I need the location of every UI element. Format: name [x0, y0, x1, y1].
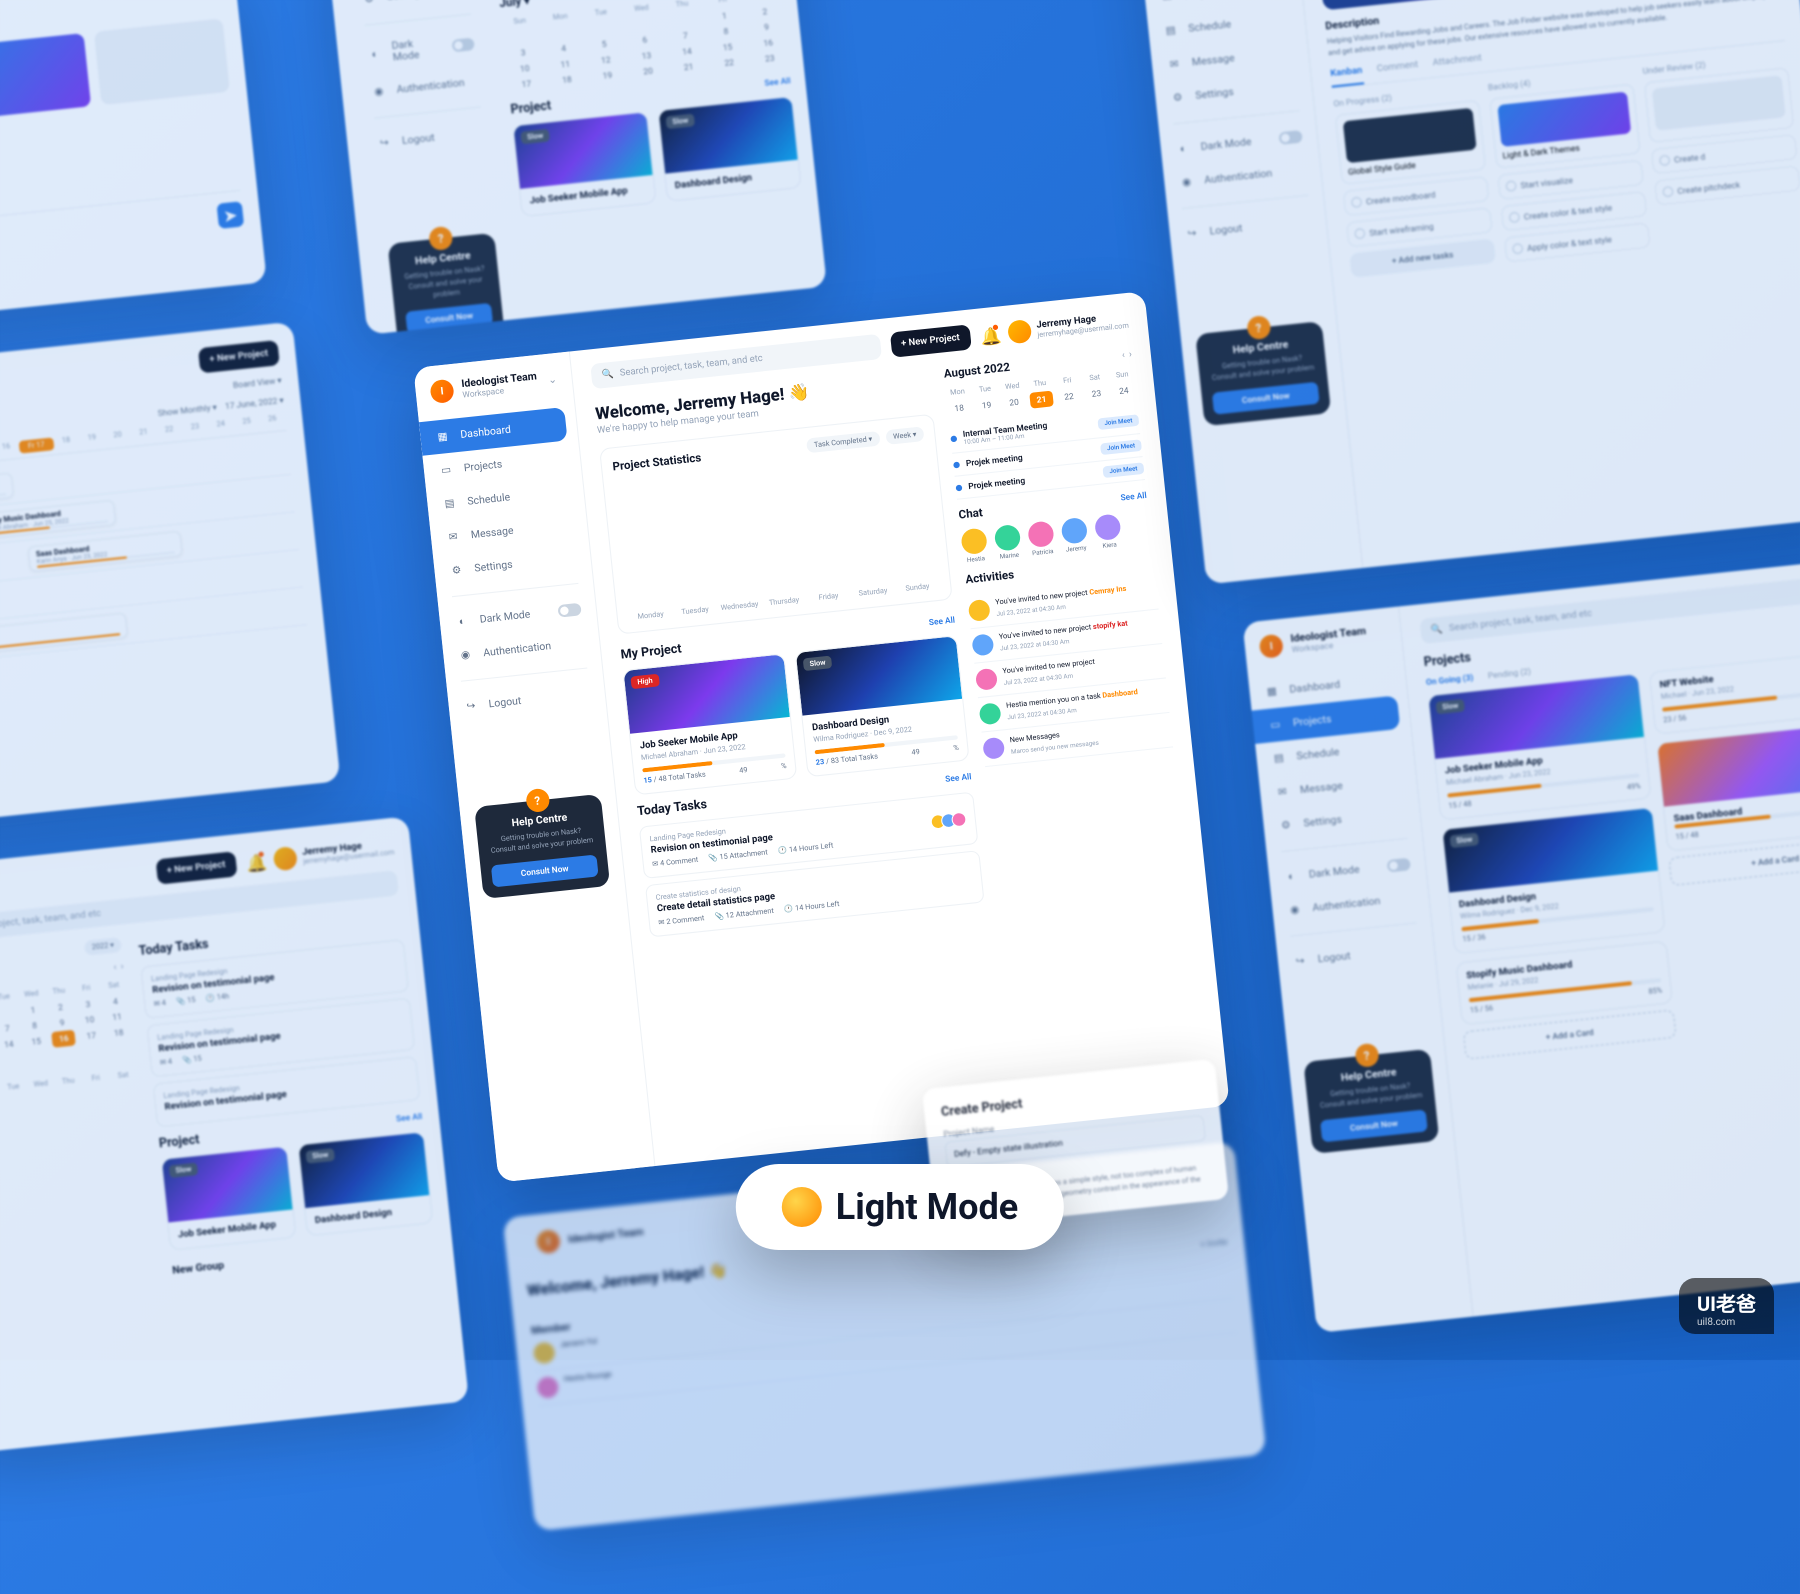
join-button[interactable]: Join Meet	[1097, 414, 1139, 430]
chat-person[interactable]: Hestia	[960, 527, 989, 564]
watermark: UI老爸 uil8.com	[1679, 1278, 1774, 1334]
show-dropdown[interactable]: Show Monthly ▾	[157, 402, 217, 418]
help-card: ? Help Centre Getting trouble on Nask? C…	[474, 794, 610, 899]
calendar-icon: ▤	[442, 495, 458, 511]
see-all-tasks[interactable]: See All	[945, 771, 972, 783]
project-title: Project	[158, 1132, 200, 1151]
my-project-title: My Project	[620, 641, 682, 662]
user-chip[interactable]: Jerremy Hagejerremyhage@usermail.com	[272, 836, 395, 872]
help-desc: Getting trouble on Nask? Consult and sol…	[401, 264, 490, 304]
search-icon: 🔍	[601, 369, 614, 381]
today-tasks-title: Today Tasks	[138, 936, 209, 958]
date-dropdown[interactable]: 17 June, 2022 ▾	[225, 395, 284, 411]
panel-timeline: + New Project Sort by Newest Project ▾ B…	[0, 322, 340, 832]
stats-card: Project Statistics Task Completed ▾ Week…	[599, 414, 953, 635]
new-project-button[interactable]: + New Project	[889, 324, 971, 357]
user-menu[interactable]: Jerremy Hagejerremyhage@usermail.com	[1007, 309, 1130, 345]
kanban-card[interactable]: Global Style Guide	[1335, 100, 1486, 185]
see-all[interactable]: See All	[764, 76, 791, 88]
notifications-button[interactable]: 🔔	[980, 326, 998, 344]
invite-button[interactable]: + Invite	[1200, 1237, 1228, 1249]
thumb-blank	[94, 19, 230, 106]
dark-toggle[interactable]	[451, 38, 475, 53]
bar-chart	[614, 449, 938, 607]
tab-attachment[interactable]: Attachment	[1432, 53, 1483, 77]
view-dropdown[interactable]: Board View ▾	[233, 376, 282, 390]
proj-tile-2[interactable]: SlowDashboard Design	[657, 96, 801, 202]
light-mode-badge: Light Mode	[736, 1164, 1064, 1250]
gear-icon: ⚙	[449, 562, 465, 578]
priority-badge: Slow	[803, 656, 833, 672]
prev-month[interactable]: ‹	[1121, 350, 1125, 361]
year-selector[interactable]: 2022 ▾	[84, 937, 122, 955]
project-card-2[interactable]: Slow Dashboard Design Wilma Rodriguez · …	[795, 635, 970, 777]
chat-title: Chat	[958, 506, 983, 522]
tab-pending[interactable]: Pending (2)	[1487, 667, 1531, 681]
chat-icon: ✉	[445, 529, 461, 545]
moon-icon: ◐	[454, 613, 470, 629]
chevron-down-icon: ⌄	[548, 374, 558, 386]
panel-projects: IIdeologist TeamWorkspace ▦Dashboard ▭Pr…	[1242, 557, 1800, 1333]
project-heading: Project	[510, 98, 552, 117]
badge-text: Light Mode	[836, 1186, 1018, 1228]
proj-mini[interactable]: SlowDashboard Design	[297, 1131, 433, 1236]
stats-title: Project Statistics	[612, 450, 702, 473]
tab-comment[interactable]: Comment	[1376, 60, 1419, 83]
new-project-btn[interactable]: + New Project	[198, 340, 280, 373]
help-icon: ?	[428, 226, 453, 251]
help-card: ? Help Centre Getting trouble on Nask? C…	[388, 233, 505, 335]
user-avatar	[1007, 319, 1032, 344]
stats-filter-2[interactable]: Week ▾	[885, 426, 924, 445]
nav-logout-mini[interactable]: ↪Logout	[361, 114, 500, 162]
tab-kanban[interactable]: Kanban	[1330, 66, 1364, 88]
july-label[interactable]: July ▾	[499, 0, 531, 10]
next-month[interactable]: ›	[1128, 349, 1132, 360]
send-button[interactable]: ➤	[216, 201, 244, 229]
nav-logout[interactable]: ↪Logout	[447, 675, 606, 725]
proj-mini[interactable]: SlowJob Seeker Mobile App	[161, 1146, 297, 1251]
shield-icon: ◉	[457, 647, 473, 663]
grid-icon: ▦	[435, 429, 451, 445]
thumb-themes	[0, 33, 92, 120]
new-project-btn-2[interactable]: + New Project	[155, 851, 237, 884]
stats-filter-1[interactable]: Task Completed ▾	[806, 431, 880, 453]
comment-input[interactable]: Write comment	[0, 212, 210, 262]
priority-badge: High	[630, 674, 659, 689]
tab-ongoing[interactable]: On Going (3)	[1426, 673, 1474, 687]
panel-settings-cal: ✉Message ⚙Settings ◐Dark Mode ◉Authentic…	[326, 0, 827, 335]
activities-title: Activities	[965, 568, 1015, 587]
help-cta[interactable]: Consult Now	[405, 303, 493, 334]
main-content: 🔍Search project, task, team, and etc + N…	[570, 291, 1230, 1166]
proj-tile-1[interactable]: SlowJob Seeker Mobile App	[512, 111, 656, 217]
panel-schedule: + New Project 🔔 Jerremy Hagejerremyhage@…	[0, 816, 469, 1453]
calendar-month: August 2022	[943, 360, 1011, 381]
see-all-projects[interactable]: See All	[928, 615, 955, 627]
help-badge-icon: ?	[525, 788, 550, 813]
panel-project-detail: IIdeologist TeamWorkspace ▦Dashboard ▭Pr…	[1134, 0, 1800, 584]
workspace-avatar: I	[429, 379, 454, 404]
panel-chat-snippet: Can you do… Thank you so much kaje! ❤️ 4…	[0, 0, 267, 328]
project-tile[interactable]: SlowJob Seeker Mobile AppMichael Abraham…	[1427, 673, 1651, 820]
today-tasks-title: Today Tasks	[636, 796, 707, 818]
project-card-1[interactable]: High Job Seeker Mobile App Michael Abrah…	[622, 653, 797, 795]
kanban-board: On Progress (2) Global Style Guide Creat…	[1333, 52, 1800, 286]
panel-main-dashboard: I Ideologist TeamWorkspace ⌄ ▦Dashboard …	[413, 291, 1230, 1182]
dark-toggle[interactable]	[557, 603, 581, 618]
bell-icon[interactable]: 🔔	[245, 853, 263, 871]
logout-icon: ↪	[463, 698, 479, 714]
events-list: Internal Team Meeting10:00 Am – 11:00 Am…	[949, 406, 1145, 500]
folder-icon: ▭	[438, 462, 454, 478]
consult-button[interactable]: Consult Now	[491, 854, 599, 887]
sun-icon	[782, 1187, 822, 1227]
